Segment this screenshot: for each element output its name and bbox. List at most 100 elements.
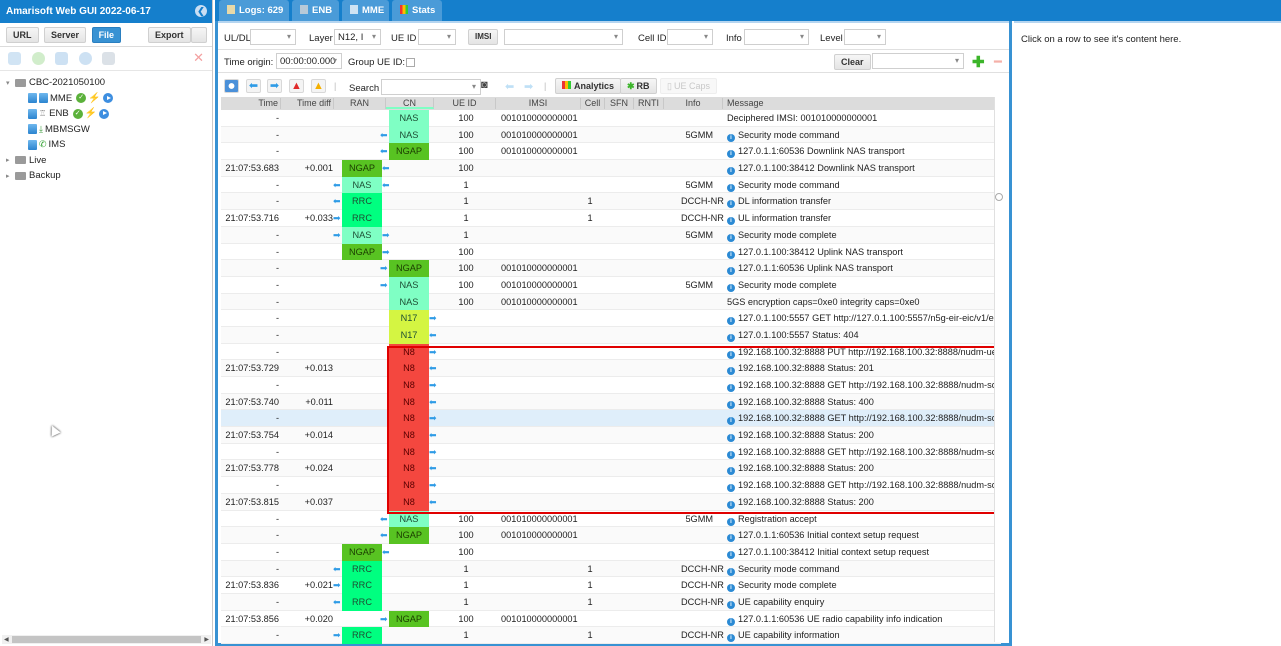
table-row[interactable]: - RRC ⬅ 1 1 DCCH-NR i DL information transfer <box>221 193 1001 211</box>
check-icon[interactable] <box>31 52 45 65</box>
rb-button[interactable]: ✱ RB <box>620 78 657 94</box>
tab-logs[interactable]: Logs: 629 <box>219 0 289 21</box>
scroll-thumb[interactable] <box>12 636 201 643</box>
play-icon[interactable] <box>78 52 92 65</box>
table-row[interactable]: - N8 ➡ i 192.168.100.32:8888 PUT http://192.… <box>221 343 1003 361</box>
table-row[interactable]: - NAS ➡ ➡ 1 5GMM i Security mode complete <box>221 226 1001 244</box>
imsi-button[interactable]: IMSI <box>468 29 499 45</box>
wrench-icon[interactable] <box>8 52 21 65</box>
tab-stats[interactable]: Stats <box>392 0 442 21</box>
table-row[interactable]: - N8 ➡ i 192.168.100.32:8888 GET http://192.… <box>221 477 1003 494</box>
play-icon[interactable] <box>102 93 113 104</box>
file-button[interactable]: File <box>91 27 122 43</box>
column-message[interactable]: Message <box>723 98 1001 109</box>
search-next-icon[interactable]: ➡ <box>524 80 533 93</box>
table-row[interactable]: 21:07:53.716 +0.033 RRC ➡ 1 1 DCCH-NR i UL infor… <box>221 210 1001 227</box>
table-row[interactable]: - NAS ⬅ ⬅ 1 5GMM i Security mode command <box>221 176 1001 194</box>
next-icon[interactable]: ➡ <box>267 79 282 93</box>
tree-node-ims[interactable]: ✆ IMS <box>6 137 212 153</box>
table-row[interactable]: - NGAP ⬅ 100 001010000000001 i 127.0.1.1:60536… <box>221 143 1001 161</box>
error-icon[interactable]: ▲ <box>289 79 304 93</box>
table-row[interactable]: 21:07:53.740 +0.011 N8 ⬅ i 192.168.100.32:888… <box>221 393 1001 411</box>
table-row[interactable]: - NAS ➡ 100 001010000000001 5GMM i Security mod… <box>221 276 1001 294</box>
uldl-select[interactable] <box>250 29 296 45</box>
table-row[interactable]: - NAS 100 001010000000001 5GS encryption cap… <box>221 293 1001 311</box>
uecaps-button[interactable]: ▯ UE Caps <box>660 78 717 94</box>
column-imsi[interactable]: IMSI <box>496 98 581 109</box>
column-rnti[interactable]: RNTI <box>634 98 664 109</box>
table-row[interactable]: - NAS ⬅ 100 001010000000001 5GMM i Security mod… <box>221 126 1001 144</box>
info-select[interactable] <box>744 29 809 45</box>
delete-icon[interactable]: ✕ <box>193 50 204 66</box>
table-row[interactable]: 21:07:53.754 +0.014 N8 ⬅ i 192.168.100.32:888… <box>221 427 1001 444</box>
tab-enb[interactable]: ENB <box>292 0 339 21</box>
table-row[interactable]: 21:07:53.815 +0.037 N8 ⬅ i 192.168.100.32:888… <box>221 493 1001 511</box>
settings-icon[interactable] <box>191 27 207 43</box>
table-row[interactable]: - N17 ⬅ i 127.0.1.100:5557 Status: 404 <box>221 326 1001 344</box>
table-row[interactable]: - N8 ➡ i 192.168.100.32:8888 GET http://192.… <box>221 410 1003 428</box>
table-row[interactable]: - RRC ➡ 1 1 DCCH-NR i UE capability information <box>221 627 1001 644</box>
column-sfn[interactable]: SFN <box>605 98 634 109</box>
column-info[interactable]: Info <box>664 98 723 109</box>
warning-icon[interactable]: ▲ <box>311 79 326 93</box>
table-row[interactable]: 21:07:53.683 +0.001 NGAP ⬅ 100 i 127.0.1.100:3… <box>221 160 1001 177</box>
refresh-icon[interactable] <box>55 52 69 65</box>
add-icon[interactable]: ✚ <box>972 53 985 71</box>
cellid-select[interactable] <box>667 29 713 45</box>
column-cell[interactable]: Cell <box>581 98 605 109</box>
table-row[interactable]: 21:07:53.778 +0.024 N8 ⬅ i 192.168.100.32:888… <box>221 460 1001 478</box>
remove-icon[interactable]: ━ <box>994 54 1002 70</box>
layer-select[interactable]: N12, I <box>334 29 381 45</box>
table-row[interactable]: - NAS 100 001010000000001 Deciphered IMSI: 0… <box>221 110 1001 127</box>
prev-icon[interactable]: ⬅ <box>246 79 261 93</box>
table-row[interactable]: - NGAP ⬅ 100 001010000000001 i 127.0.1.1:60536… <box>221 527 1001 544</box>
url-button[interactable]: URL <box>6 27 39 43</box>
imsi-select[interactable] <box>504 29 623 45</box>
table-row[interactable]: - N8 ➡ i 192.168.100.32:8888 GET http://192.… <box>221 377 1003 394</box>
table-row[interactable]: - N8 ➡ i 192.168.100.32:8888 GET http://192.… <box>221 443 1003 461</box>
table-row[interactable]: 21:07:53.856 +0.020 NGAP ➡ 100 00101000000000… <box>221 610 1001 628</box>
group-ueid-checkbox[interactable] <box>406 58 415 67</box>
table-row[interactable]: - NGAP ⬅ 100 i 127.0.1.100:38412 Initial cont… <box>221 543 1001 561</box>
tree-node-root[interactable]: ▾ CBC-2021050100 <box>6 75 212 91</box>
column-time-diff[interactable]: Time diff <box>281 98 334 109</box>
collapse-panel-icon[interactable]: ❮ <box>195 5 207 17</box>
column-cn[interactable]: CN <box>386 98 434 109</box>
table-row[interactable]: - RRC ⬅ 1 1 DCCH-NR i Security mode command <box>221 560 1001 578</box>
expand-arrow-icon[interactable]: ▾ <box>6 79 15 87</box>
table-row[interactable]: - RRC ⬅ 1 1 DCCH-NR i UE capability enquiry <box>221 593 1001 611</box>
table-row[interactable]: - N17 ➡ i 127.0.1.100:5557 GET http://127.0.… <box>221 310 1003 327</box>
column-ue-id[interactable]: UE ID <box>434 98 496 109</box>
column-ran[interactable]: RAN <box>334 98 386 109</box>
ueid-select[interactable] <box>418 29 456 45</box>
scroll-left-icon[interactable]: ◀ <box>4 636 9 643</box>
expand-arrow-icon[interactable]: ▸ <box>6 172 15 180</box>
table-row[interactable]: - NAS ⬅ 100 001010000000001 5GMM i Registration… <box>221 510 1001 528</box>
table-row[interactable]: 21:07:53.836 +0.021 RRC ➡ 1 1 DCCH-NR i Security… <box>221 577 1001 594</box>
plug-icon[interactable] <box>102 52 116 65</box>
horizontal-scrollbar[interactable]: ◀ ▶ <box>2 635 211 644</box>
filter-preset-select[interactable] <box>872 53 964 69</box>
server-button[interactable]: Server <box>44 27 87 43</box>
table-row[interactable]: - NGAP ➡ 100 001010000000001 i 127.0.1.1:60536… <box>221 260 1001 277</box>
tab-mme[interactable]: MME <box>342 0 389 21</box>
play-icon[interactable] <box>99 108 110 119</box>
tree-node-mme[interactable]: MME ✓ ⚡ <box>6 91 212 107</box>
tree-node-backup[interactable]: ▸ Backup <box>6 168 212 184</box>
column-time[interactable]: Time <box>221 98 281 109</box>
tree-node-enb[interactable]: ♖ ENB ✓ ⚡ <box>6 106 212 122</box>
binoculars-icon[interactable]: ◙ <box>481 79 488 91</box>
table-row[interactable]: 21:07:53.729 +0.013 N8 ⬅ i 192.168.100.32:888… <box>221 360 1001 377</box>
export-button[interactable]: Export <box>148 27 191 43</box>
time-origin-input[interactable]: 00:00:00.000 <box>276 53 342 69</box>
table-row[interactable]: - NGAP ➡ 100 i 127.0.1.100:38412 Uplink NAS t… <box>221 243 1001 261</box>
scroll-right-icon[interactable]: ▶ <box>204 636 209 643</box>
level-select[interactable] <box>844 29 886 45</box>
analytics-button[interactable]: Analytics <box>555 78 622 94</box>
tree-node-mbmsgw[interactable]: ⤓ MBMSGW <box>6 122 212 138</box>
clock-icon[interactable] <box>224 79 239 93</box>
scroll-handle[interactable] <box>995 193 1003 201</box>
clear-button[interactable]: Clear <box>834 54 871 70</box>
search-prev-icon[interactable]: ⬅ <box>505 80 514 93</box>
vertical-scrollbar[interactable] <box>994 97 1003 642</box>
